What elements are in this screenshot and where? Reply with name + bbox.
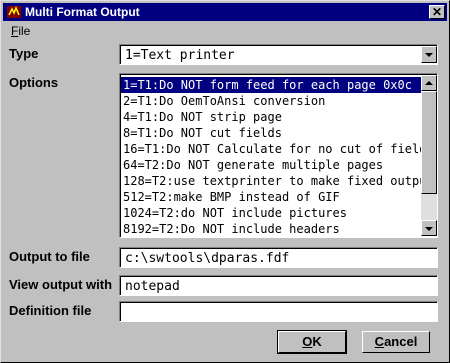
view-output-with-value: notepad <box>125 279 180 294</box>
options-list-item[interactable]: 8=T1:Do NOT cut fields <box>121 125 421 141</box>
type-combobox[interactable]: 1=Text printer <box>119 44 438 65</box>
arrow-up-icon <box>425 81 433 85</box>
options-list-item[interactable]: 4=T1:Do NOT strip page <box>121 109 421 125</box>
menu-file[interactable]: File <box>11 24 30 38</box>
options-list-item[interactable]: 512=T2:make BMP instead of GIF <box>121 189 421 205</box>
options-list-item[interactable]: 1=T1:Do NOT form feed for each page 0x0c <box>121 77 421 93</box>
app-icon <box>7 6 21 18</box>
options-label: Options <box>9 75 59 90</box>
options-scrollbar[interactable] <box>421 75 437 236</box>
chevron-down-icon <box>425 53 433 57</box>
options-list-item[interactable]: 64=T2:Do NOT generate multiple pages <box>121 157 421 173</box>
options-list-item[interactable]: 2=T1:Do OemToAnsi conversion <box>121 93 421 109</box>
options-list-item[interactable]: 128=T2:use textprinter to make fixed out… <box>121 173 434 189</box>
options-list-item[interactable]: 8192=T2:Do NOT include headers <box>121 221 421 237</box>
definition-file-input[interactable] <box>119 301 438 322</box>
window-title: Multi Format Output <box>25 5 140 19</box>
close-icon: ✕ <box>431 5 443 19</box>
view-output-with-label: View output with <box>9 277 113 292</box>
scroll-thumb[interactable] <box>421 91 437 194</box>
type-value: 1=Text printer <box>125 48 235 63</box>
title-bar[interactable]: Multi Format Output ✕ <box>3 3 447 21</box>
options-list: 1=T1:Do NOT form feed for each page 0x0c… <box>121 77 434 237</box>
output-to-file-input[interactable]: c:\swtools\dparas.fdf <box>119 247 438 268</box>
dialog-window: Multi Format Output ✕ File Type 1=Text p… <box>0 0 450 363</box>
definition-file-label: Definition file <box>9 303 92 318</box>
options-list-item[interactable]: 16=T1:Do NOT Calculate for no cut of fie… <box>121 141 434 157</box>
options-listbox[interactable]: 1=T1:Do NOT form feed for each page 0x0c… <box>119 73 438 238</box>
output-to-file-value: c:\swtools\dparas.fdf <box>125 251 290 266</box>
options-list-item[interactable]: 1024=T2:do NOT include pictures <box>121 205 421 221</box>
scroll-up-button[interactable] <box>421 75 437 91</box>
view-output-with-input[interactable]: notepad <box>119 275 438 296</box>
arrow-down-icon <box>425 227 433 231</box>
close-button[interactable]: ✕ <box>429 5 445 19</box>
scroll-down-button[interactable] <box>421 220 437 236</box>
menu-bar: File <box>3 22 447 40</box>
type-label: Type <box>9 46 39 61</box>
ok-button[interactable]: OK <box>277 330 347 354</box>
cancel-button[interactable]: Cancel <box>362 331 430 353</box>
output-to-file-label: Output to file <box>9 249 90 264</box>
type-dropdown-button[interactable] <box>421 46 437 63</box>
